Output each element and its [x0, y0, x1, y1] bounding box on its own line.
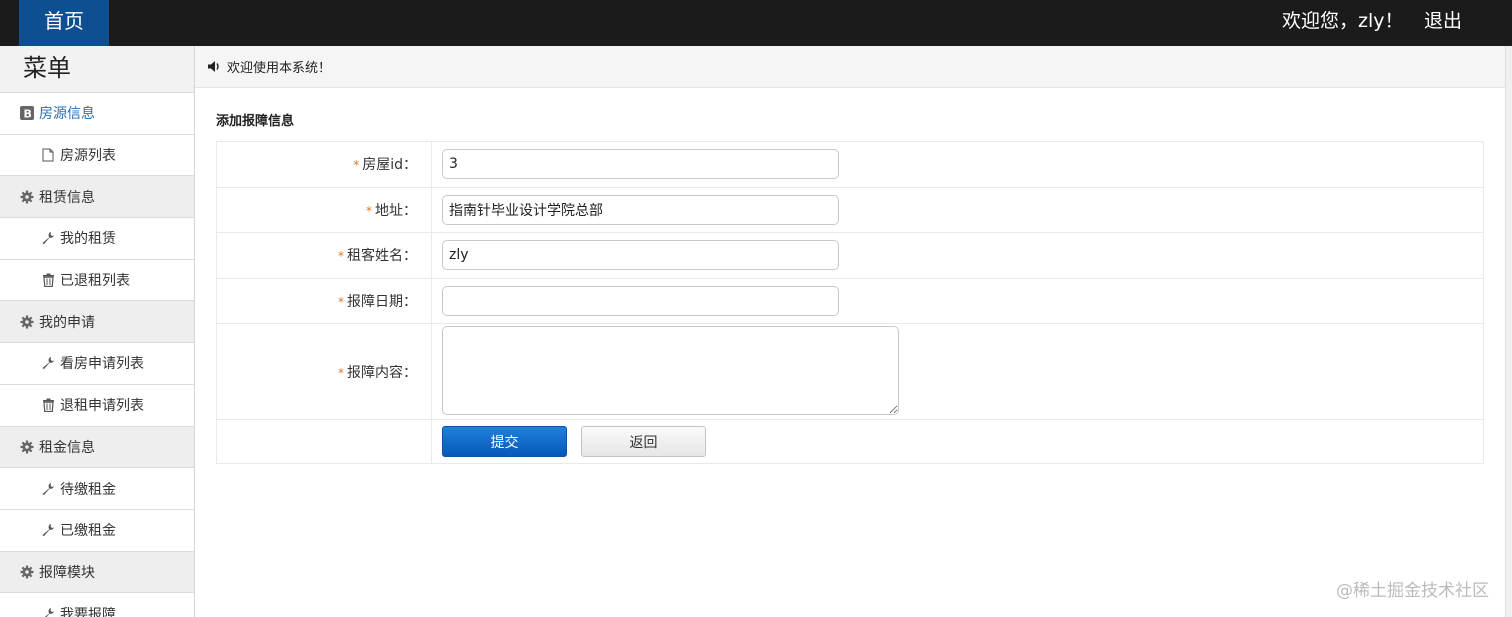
scrollbar[interactable]	[1505, 46, 1512, 617]
sidebar-group-house-info[interactable]: B 房源信息	[0, 93, 194, 135]
tenant-name-input[interactable]	[442, 240, 839, 271]
sidebar-item-label: 待缴租金	[60, 481, 116, 498]
required-mark: *	[338, 294, 344, 309]
sidebar-item-label: 已缴租金	[60, 523, 116, 540]
field-label: * 房屋id：	[216, 141, 432, 188]
nav-home-tab[interactable]: 首页	[19, 0, 109, 46]
form-row: * 报障日期：	[216, 277, 1484, 324]
svg-text:B: B	[24, 108, 32, 121]
back-button[interactable]: 返回	[581, 426, 706, 457]
sidebar-item-paid-rent[interactable]: 已缴租金	[0, 509, 194, 552]
form-actions-row: 提交 返回	[216, 419, 1484, 464]
watermark: @稀土掘金技术社区	[1336, 581, 1489, 601]
form-row: * 房屋id：	[216, 141, 1484, 188]
wrench-icon	[40, 355, 56, 371]
required-mark: *	[338, 365, 344, 380]
field-label: * 租客姓名：	[216, 232, 432, 279]
form-title: 添加报障信息	[216, 114, 295, 129]
sidebar-item-label: 报障模块	[39, 564, 95, 581]
form-row: * 租客姓名：	[216, 232, 1484, 279]
submit-button[interactable]: 提交	[442, 426, 567, 457]
file-icon	[40, 147, 56, 163]
sidebar-item-label: 看房申请列表	[60, 356, 144, 373]
form-row: * 地址：	[216, 186, 1484, 233]
sidebar-item-label: 我的租赁	[60, 231, 116, 248]
gear-icon	[19, 314, 35, 330]
field-label: * 地址：	[216, 186, 432, 233]
trash-icon	[40, 272, 56, 288]
sidebar-item-label: 租赁信息	[39, 189, 95, 206]
required-mark: *	[338, 249, 344, 264]
notice-bar: 欢迎使用本系统！	[195, 46, 1505, 88]
address-input[interactable]	[442, 194, 839, 225]
bold-icon: B	[19, 105, 35, 121]
sidebar-item-label: 房源信息	[39, 106, 95, 123]
top-navbar: 首页 欢迎您，zly！ 退出	[0, 0, 1512, 46]
report-date-input[interactable]	[442, 285, 839, 316]
sidebar-group-fault-report[interactable]: 报障模块	[0, 551, 194, 594]
sidebar-item-report-fault[interactable]: 我要报障	[0, 593, 194, 617]
fault-report-form: *房屋id： *地址： *租客姓名： *报障日期：	[216, 141, 1484, 464]
wrench-icon	[40, 230, 56, 246]
notice-text: 欢迎使用本系统！	[227, 61, 332, 76]
required-mark: *	[353, 158, 360, 173]
trash-icon	[40, 397, 56, 413]
sidebar-group-lease-info[interactable]: 租赁信息	[0, 176, 194, 219]
sidebar-item-house-list[interactable]: 房源列表	[0, 134, 194, 177]
field-label: * 报障内容：	[216, 323, 432, 420]
sidebar-group-my-applications[interactable]: 我的申请	[0, 301, 194, 344]
house-id-input[interactable]	[442, 149, 839, 180]
sidebar-item-label: 我要报障	[60, 606, 116, 617]
sidebar-item-label: 我的申请	[39, 314, 95, 331]
sidebar-item-label: 房源列表	[60, 148, 116, 165]
sidebar-item-ended-lease-list[interactable]: 已退租列表	[0, 259, 194, 302]
wrench-icon	[40, 481, 56, 497]
wrench-icon	[40, 606, 56, 617]
required-mark: *	[366, 203, 372, 218]
report-content-textarea[interactable]	[442, 326, 899, 415]
gear-icon	[19, 564, 35, 580]
sidebar-group-rent-info[interactable]: 租金信息	[0, 426, 194, 469]
welcome-text: 欢迎您，zly！	[1282, 10, 1404, 32]
sidebar-item-checkout-requests[interactable]: 退租申请列表	[0, 384, 194, 427]
gear-icon	[19, 189, 35, 205]
sidebar-item-label: 已退租列表	[60, 273, 130, 290]
sidebar-item-label: 租金信息	[39, 439, 95, 456]
gear-icon	[19, 439, 35, 455]
wrench-icon	[40, 522, 56, 538]
sidebar-item-pending-rent[interactable]: 待缴租金	[0, 468, 194, 510]
sidebar-item-viewing-requests[interactable]: 看房申请列表	[0, 343, 194, 385]
sidebar-title: 菜单	[0, 46, 194, 93]
volume-icon	[207, 60, 221, 73]
logout-link[interactable]: 退出	[1424, 0, 1462, 42]
sidebar-item-my-lease[interactable]: 我的租赁	[0, 218, 194, 260]
sidebar: 菜单 B 房源信息 房源列表 租赁信息 我的租赁 已退租列表 我的申请 看房申请…	[0, 46, 195, 617]
form-row: * 报障内容：	[216, 323, 1484, 420]
main-content: 欢迎使用本系统！ 添加报障信息 *房屋id： *地址： *租客姓名：	[195, 46, 1505, 617]
sidebar-item-label: 退租申请列表	[60, 398, 144, 415]
field-label: * 报障日期：	[216, 277, 432, 324]
